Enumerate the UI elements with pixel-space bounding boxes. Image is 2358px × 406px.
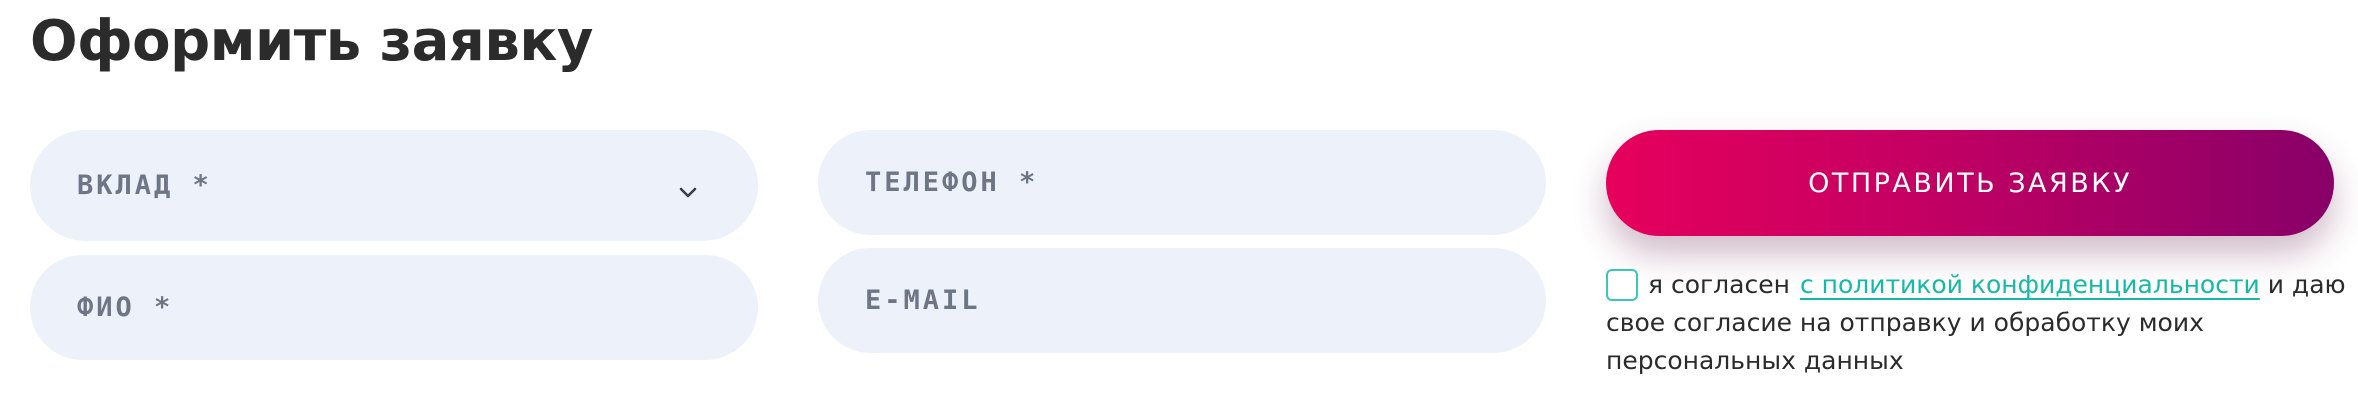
privacy-policy-link[interactable]: с политикой конфиденциальности (1800, 270, 2260, 299)
submit-button[interactable]: ОТПРАВИТЬ ЗАЯВКУ (1606, 130, 2334, 236)
phone-field-label: ТЕЛЕФОН * (865, 167, 1039, 198)
consent-checkbox[interactable] (1606, 269, 1638, 301)
deposit-select-label: ВКЛАД * (77, 170, 212, 201)
email-field-label: E-MAIL (865, 285, 981, 316)
fio-field-label: ФИО * (77, 292, 174, 323)
chevron-down-icon (679, 187, 697, 197)
fio-field[interactable]: ФИО * (30, 255, 758, 360)
application-form-section: Оформить заявку ВКЛАД * ФИО * ТЕЛЕФОН * … (0, 0, 2358, 406)
deposit-select[interactable]: ВКЛАД * (30, 130, 758, 241)
email-field[interactable]: E-MAIL (818, 248, 1546, 353)
phone-field[interactable]: ТЕЛЕФОН * (818, 130, 1546, 235)
consent-text-before: я согласен (1648, 270, 1790, 299)
page-title: Оформить заявку (30, 9, 593, 74)
consent-block: я согласен с политикой конфиденциальности… (1606, 266, 2346, 380)
